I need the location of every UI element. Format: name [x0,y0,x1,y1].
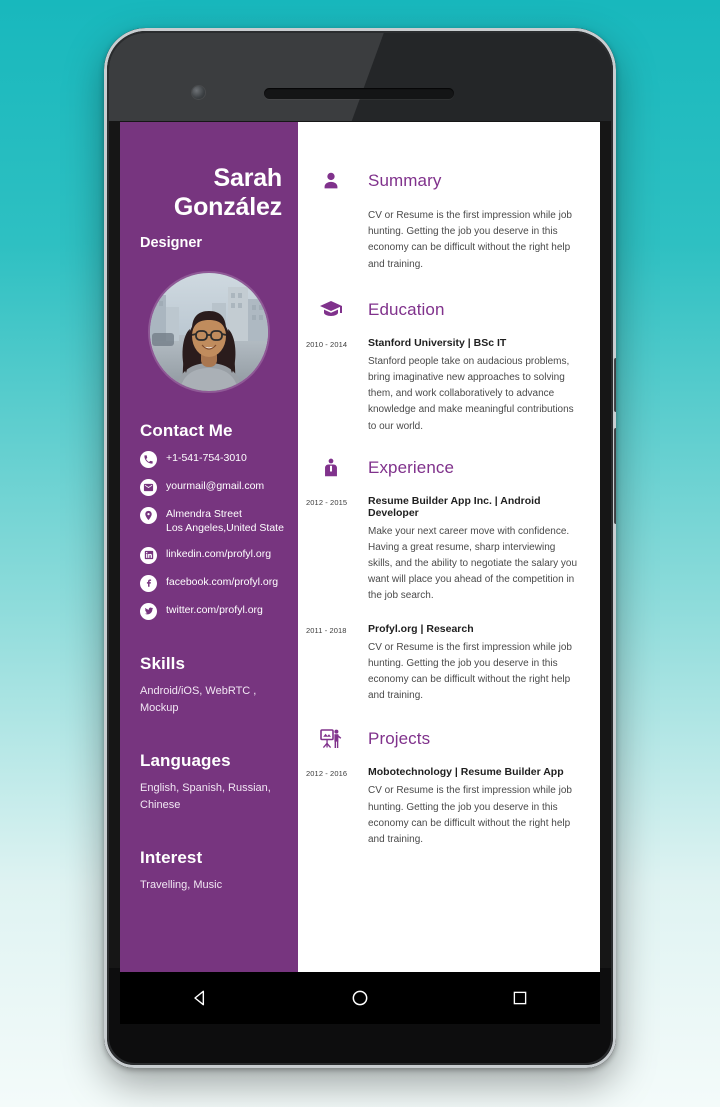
entry-description: CV or Resume is the first impression whi… [368,785,572,845]
entry-date: 2012 - 2016 [306,769,348,779]
contact-item-email[interactable]: yourmail@gmail.com [140,478,284,496]
education-entry: 2010 - 2014 Stanford University | BSc IT… [306,337,582,435]
skills-section: Skills Android/iOS, WebRTC , Mockup [120,654,298,717]
entry-body: Stanford University | BSc IT Stanford pe… [364,337,582,435]
presentation-icon [316,724,346,754]
entry-body: Resume Builder App Inc. | Android Develo… [364,495,582,605]
contact-item-phone[interactable]: +1-541-754-3010 [140,450,284,468]
section-summary: Summary CV or Resume is the first impres… [306,166,582,273]
contact-twitter-text: twitter.com/profyl.org [166,603,263,616]
entry-body: Mobotechnology | Resume Builder App CV o… [364,766,582,848]
entry-description: Stanford people take on audacious proble… [368,355,574,432]
skills-heading: Skills [140,653,186,673]
nav-recents-button[interactable] [490,978,550,1018]
linkedin-icon [140,546,157,564]
last-name: González [173,192,282,221]
contact-email-text: yourmail@gmail.com [166,480,265,492]
nav-home-button[interactable] [330,978,390,1018]
education-header: Education [306,295,582,325]
interest-heading: Interest [140,848,203,868]
entry-description: CV or Resume is the first impression whi… [368,641,572,702]
entry-title: Mobotechnology | Resume Builder App [368,766,564,779]
interest-section: Interest Travelling, Music [120,848,298,894]
contact-phone-text: +1-541-754-3010 [166,452,247,464]
contact-item-twitter[interactable]: twitter.com/profyl.org [140,602,284,620]
briefcase-person-icon [316,453,346,483]
languages-text: English, Spanish, Russian, Chinese [140,782,271,812]
person-icon [316,166,346,196]
projects-title: Projects [368,729,431,749]
phone-icon [140,451,157,468]
name-block: Sarah González Designer [120,122,298,251]
entry-description: Make your next career move with confiden… [368,525,578,602]
contact-item-address[interactable]: Almendra Street Los Angeles,United State [140,506,284,536]
volume-button[interactable] [614,428,616,524]
experience-entry: 2012 - 2015 Resume Builder App Inc. | An… [306,495,582,605]
contact-item-linkedin[interactable]: linkedin.com/profyl.org [140,546,284,564]
facebook-icon [140,574,157,592]
earpiece-speaker [264,88,454,99]
contact-section: Contact Me +1-541-754-3010 yourmail@gmai… [120,421,298,620]
contact-heading: Contact Me [140,421,233,440]
experience-entry: 2011 - 2018 Profyl.org | Research CV or … [306,623,582,705]
address-line-2: Los Angeles,United State [166,522,284,535]
power-button[interactable] [614,358,616,412]
entry-title: Stanford University | BSc IT [368,336,507,349]
job-role: Designer [140,235,203,251]
languages-section: Languages English, Spanish, Russian, Chi… [120,751,298,814]
entry-date: 2010 - 2014 [306,339,348,349]
projects-header: Projects [306,724,582,754]
summary-header: Summary [306,166,582,196]
entry-title: Profyl.org | Research [368,622,474,635]
resume-sidebar: Sarah González Designer Contact Me +1-54… [120,122,298,972]
avatar [150,273,268,391]
projects-entry: 2012 - 2016 Mobotechnology | Resume Buil… [306,766,582,848]
summary-description: CV or Resume is the first impression whi… [368,210,572,270]
interest-text: Travelling, Music [140,879,223,892]
email-icon [140,479,157,496]
summary-body: CV or Resume is the first impression whi… [306,208,582,273]
resume-content: Summary CV or Resume is the first impres… [298,122,600,972]
entry-body: Profyl.org | Research CV or Resume is th… [364,623,582,705]
twitter-icon [140,602,157,620]
phone-top-bezel [109,33,611,121]
phone-device: Sarah González Designer Contact Me +1-54… [104,28,616,1068]
contact-list: +1-541-754-3010 yourmail@gmail.com Almen… [140,450,284,620]
section-experience: Experience 2012 - 2015 Resume Builder Ap… [306,453,582,705]
contact-linkedin-text: linkedin.com/profyl.org [166,547,272,560]
nav-back-button[interactable] [170,978,230,1018]
address-line-1: Almendra Street [166,508,242,520]
android-navigation-bar [120,972,600,1024]
entry-date: 2012 - 2015 [306,497,348,507]
graduation-cap-icon [316,295,346,325]
experience-title: Experience [368,457,455,477]
education-title: Education [368,299,445,319]
front-camera-icon [192,86,205,99]
entry-date: 2011 - 2018 [306,625,347,635]
contact-address-text: Almendra Street Los Angeles,United State [166,506,284,536]
experience-header: Experience [306,453,582,483]
languages-heading: Languages [140,751,231,771]
contact-item-facebook[interactable]: facebook.com/profyl.org [140,574,284,592]
entry-title: Resume Builder App Inc. | Android Develo… [368,494,541,519]
first-name: Sarah [213,164,283,192]
section-projects: Projects 2012 - 2016 Mobotechnology | Re… [306,724,582,848]
bezel-gloss [303,33,611,121]
section-education: Education 2010 - 2014 Stanford Universit… [306,295,582,435]
summary-title: Summary [368,171,442,190]
location-icon [140,507,157,524]
skills-text: Android/iOS, WebRTC , Mockup [140,684,257,715]
contact-facebook-text: facebook.com/profyl.org [166,575,279,588]
phone-screen: Sarah González Designer Contact Me +1-54… [120,122,600,972]
